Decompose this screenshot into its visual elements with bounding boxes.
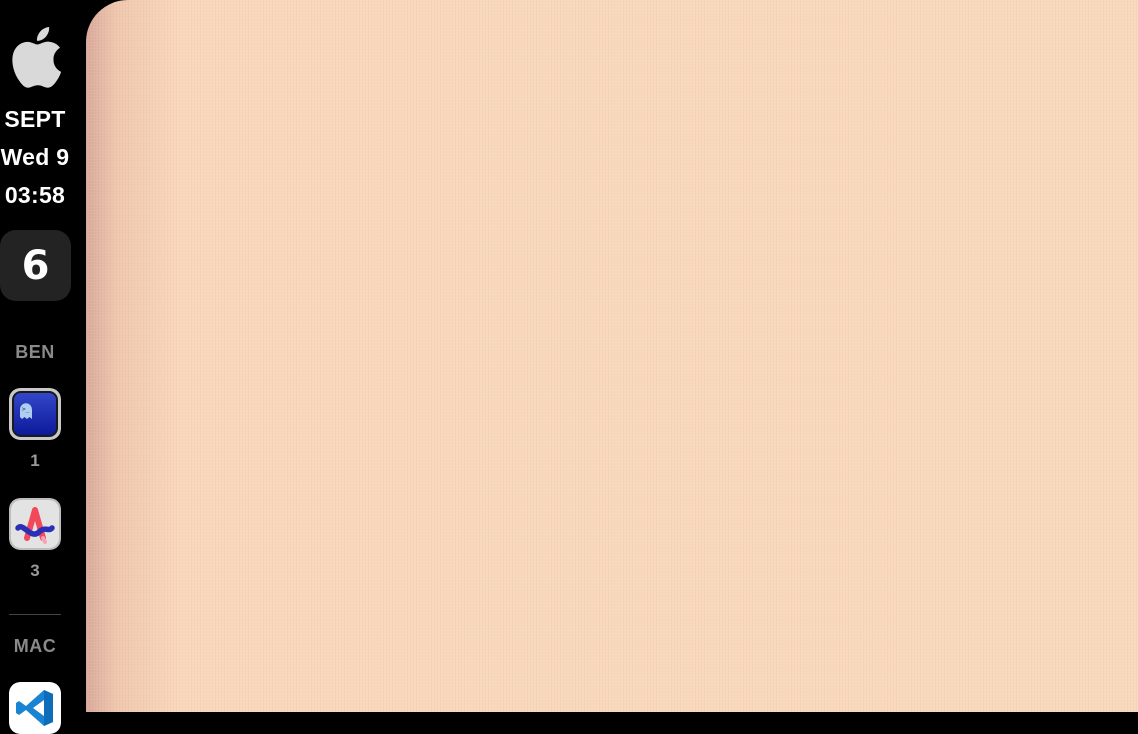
wallpaper-texture bbox=[86, 0, 1138, 712]
section-label-mac: MAC bbox=[13, 636, 57, 656]
clock-time: 03:58 bbox=[4, 182, 66, 208]
terminal-ghost-app-button[interactable]: >_ bbox=[9, 388, 61, 440]
date-month: SEPT bbox=[4, 106, 66, 132]
svg-text:>_: >_ bbox=[22, 406, 30, 413]
apple-logo-icon[interactable] bbox=[7, 24, 63, 90]
section-divider bbox=[9, 614, 61, 615]
desktop-wallpaper bbox=[86, 0, 1138, 712]
terminal-ghost-icon: >_ bbox=[9, 388, 61, 440]
arc-browser-app-button[interactable] bbox=[9, 498, 61, 550]
arc-browser-icon bbox=[9, 498, 61, 550]
app-window-count: 1 bbox=[30, 451, 40, 470]
sidebar: SEPT Wed 9 03:58 6 BEN >_ 1 3 MAC bbox=[0, 0, 86, 734]
vscode-app-button[interactable] bbox=[9, 682, 61, 734]
date-day: Wed 9 bbox=[0, 144, 70, 170]
workspace-badge[interactable]: 6 bbox=[0, 230, 71, 301]
app-window-count: 3 bbox=[30, 561, 40, 580]
section-label-ben: BEN bbox=[15, 342, 55, 362]
vscode-icon bbox=[9, 682, 61, 734]
